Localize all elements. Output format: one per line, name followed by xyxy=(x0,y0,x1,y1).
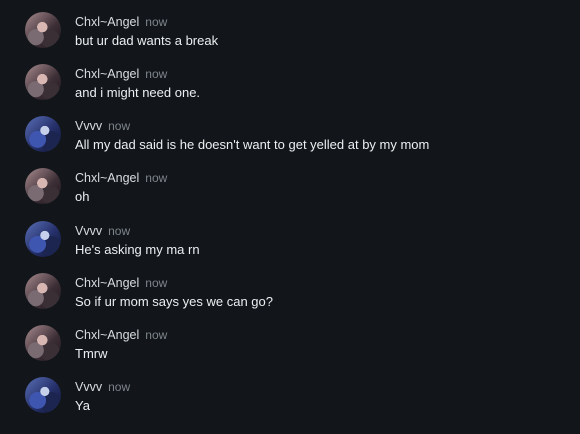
avatar[interactable] xyxy=(25,12,61,48)
message-item[interactable]: Vvvv now He's asking my ma rn xyxy=(0,221,580,273)
message-timestamp: now xyxy=(145,171,168,185)
avatar[interactable] xyxy=(25,116,61,152)
message-text: Ya xyxy=(75,398,90,413)
message-text: He's asking my ma rn xyxy=(75,242,200,257)
message-text: All my dad said is he doesn't want to ge… xyxy=(75,137,430,152)
avatar[interactable] xyxy=(25,273,61,309)
message-item[interactable]: Vvvv now Ya xyxy=(0,377,580,429)
message-text: but ur dad wants a break xyxy=(75,33,219,48)
avatar[interactable] xyxy=(25,64,61,100)
message-header: Chxl~Angel now xyxy=(75,65,168,81)
message-text: oh xyxy=(75,189,90,204)
message-timestamp: now xyxy=(108,224,131,238)
message-text: So if ur mom says yes we can go? xyxy=(75,294,273,309)
message-timestamp: now xyxy=(108,380,131,394)
message-item[interactable]: Chxl~Angel now So if ur mom says yes we c… xyxy=(0,273,580,325)
author-name[interactable]: Vvvv xyxy=(75,380,102,394)
message-timestamp: now xyxy=(145,67,168,81)
author-name[interactable]: Chxl~Angel xyxy=(75,328,139,342)
author-name[interactable]: Vvvv xyxy=(75,224,102,238)
avatar[interactable] xyxy=(25,377,61,413)
message-text: Tmrw xyxy=(75,346,108,361)
chat-message-list: Chxl~Angel now but ur dad wants a break C… xyxy=(0,0,580,434)
message-timestamp: now xyxy=(145,15,168,29)
avatar[interactable] xyxy=(25,325,61,361)
author-name[interactable]: Chxl~Angel xyxy=(75,276,139,290)
message-header: Chxl~Angel now xyxy=(75,274,168,290)
message-item[interactable]: Chxl~Angel now but ur dad wants a break xyxy=(0,12,580,64)
avatar[interactable] xyxy=(25,221,61,257)
message-item[interactable]: Chxl~Angel now and i might need one. xyxy=(0,64,580,116)
message-item[interactable]: Chxl~Angel now oh xyxy=(0,168,580,220)
message-header: Vvvv now xyxy=(75,117,131,133)
author-name[interactable]: Vvvv xyxy=(75,119,102,133)
message-timestamp: now xyxy=(145,276,168,290)
message-timestamp: now xyxy=(108,119,131,133)
message-text: and i might need one. xyxy=(75,85,201,100)
message-header: Chxl~Angel now xyxy=(75,169,168,185)
author-name[interactable]: Chxl~Angel xyxy=(75,15,139,29)
message-header: Vvvv now xyxy=(75,222,131,238)
message-header: Vvvv now xyxy=(75,378,131,394)
author-name[interactable]: Chxl~Angel xyxy=(75,171,139,185)
avatar[interactable] xyxy=(25,168,61,204)
message-header: Chxl~Angel now xyxy=(75,326,168,342)
message-item[interactable]: Vvvv now All my dad said is he doesn't wa… xyxy=(0,116,580,168)
message-timestamp: now xyxy=(145,328,168,342)
message-item[interactable]: Chxl~Angel now Tmrw xyxy=(0,325,580,377)
message-header: Chxl~Angel now xyxy=(75,13,168,29)
author-name[interactable]: Chxl~Angel xyxy=(75,67,139,81)
